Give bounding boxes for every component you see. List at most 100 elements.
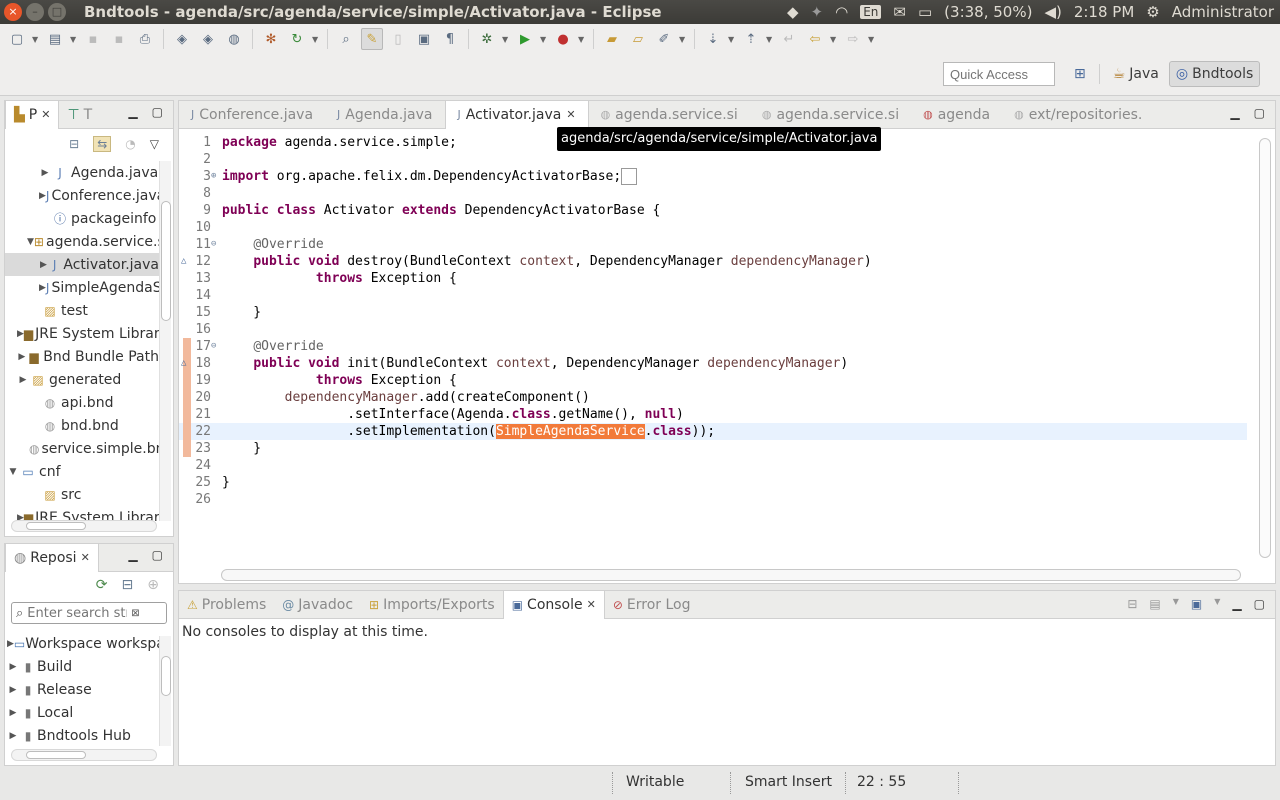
tree-item[interactable]: ▶ ▆ JRE System Library — [5, 322, 159, 345]
open-console-icon[interactable]: ▣ — [1191, 597, 1202, 611]
code-line[interactable]: 15 } — [179, 304, 1247, 321]
maximize-icon[interactable]: ▢ — [152, 548, 163, 562]
code-line[interactable]: 2 — [179, 151, 1247, 168]
tree-item[interactable]: ▼⊞agenda.service.simple — [5, 230, 159, 253]
code-line[interactable]: △ 12 public void destroy(BundleContext co… — [179, 253, 1247, 270]
repository-item[interactable]: ▶ ▮ Bndtools Hub — [5, 724, 159, 747]
chevron-down-icon[interactable]: ▼ — [578, 35, 586, 44]
chevron-right-icon[interactable]: ▶ — [39, 191, 46, 201]
code-line[interactable]: 3 ⊕ import org.apache.felix.dm.DependencyA… — [179, 168, 1247, 185]
horizontal-scrollbar[interactable] — [11, 749, 157, 761]
chevron-down-icon[interactable]: ▼ — [540, 35, 548, 44]
editor-tab[interactable]: J Activator.java ✕ — [444, 100, 589, 129]
quick-access-input[interactable] — [943, 62, 1055, 86]
tab-package-explorer[interactable]: ▙ P ✕ — [5, 100, 60, 129]
repository-item[interactable]: ▶ ▮ Local — [5, 701, 159, 724]
tab-problems[interactable]: ⚠ Problems — [179, 591, 274, 619]
display-console-icon[interactable]: ▤ — [1149, 597, 1160, 611]
bundle-export-icon[interactable]: ◈ — [197, 28, 219, 50]
chevron-right-icon[interactable]: ▶ — [7, 685, 19, 695]
bnd-icon[interactable]: ✻ — [260, 28, 282, 50]
code-line[interactable]: 10 — [179, 219, 1247, 236]
code-line[interactable]: 14 — [179, 287, 1247, 304]
chevron-right-icon[interactable]: ▶ — [7, 662, 19, 672]
close-icon[interactable]: ✕ — [41, 108, 50, 121]
repository-item[interactable]: ▶ ▮ Build — [5, 655, 159, 678]
keyboard-language-indicator[interactable]: En — [860, 5, 882, 19]
repository-item[interactable]: ▶▭Workspace workspace — [5, 632, 159, 655]
expand-fold-icon[interactable]: ⊕ — [211, 168, 219, 185]
tree-item[interactable]: ▶ ▨ generated — [5, 368, 159, 391]
chevron-down-icon[interactable]: ▼ — [1214, 597, 1220, 611]
code-line[interactable]: 20 dependencyManager.add(createComponent… — [179, 389, 1247, 406]
save-icon[interactable]: ▪ — [82, 28, 104, 50]
last-edit-icon[interactable]: ↵ — [778, 28, 800, 50]
collapse-fold-icon[interactable]: ⊖ — [211, 338, 219, 355]
user-name[interactable]: Administrator — [1172, 3, 1274, 21]
code-line[interactable]: 25} — [179, 474, 1247, 491]
focus-icon[interactable]: ◔ — [125, 137, 135, 151]
code-line[interactable]: 11 ⊖ @Override — [179, 236, 1247, 253]
next-annotation-icon[interactable]: ⇣ — [702, 28, 724, 50]
editor-tab[interactable]: ◍ agenda — [911, 101, 1002, 129]
chevron-right-icon[interactable]: ▶ — [17, 375, 29, 385]
wifi-icon[interactable]: ◠ — [835, 3, 848, 21]
maximize-icon[interactable]: ▢ — [1254, 597, 1265, 611]
view-menu-icon[interactable]: ▽ — [150, 137, 159, 151]
tab-javadoc[interactable]: @ Javadoc — [274, 591, 361, 619]
maximize-icon[interactable]: ▢ — [1254, 106, 1265, 120]
minimize-icon[interactable]: ▁ — [128, 548, 137, 562]
new-project-icon[interactable]: ▤ — [44, 28, 66, 50]
chevron-right-icon[interactable]: ▶ — [39, 260, 48, 270]
maximize-icon[interactable]: ▢ — [152, 105, 163, 119]
vertical-scrollbar[interactable] — [159, 161, 171, 521]
code-line[interactable]: 23 } — [179, 440, 1247, 457]
battery-icon[interactable]: ▭ — [918, 3, 932, 21]
search-icon[interactable]: ✐ — [653, 28, 675, 50]
pin-console-icon[interactable]: ⊟ — [1127, 597, 1137, 611]
tab-console[interactable]: ▣ Console ✕ — [502, 590, 605, 619]
tree-item[interactable]: ◍ api.bnd — [5, 391, 159, 414]
close-window-button[interactable]: × — [4, 3, 22, 21]
mark-occurrences-icon[interactable]: ✎ — [361, 28, 383, 50]
editor-tab[interactable]: J Agenda.java — [325, 101, 444, 129]
minimize-icon[interactable]: ▁ — [1230, 106, 1239, 120]
code-line[interactable]: 16 — [179, 321, 1247, 338]
tree-item[interactable]: ▨ src — [5, 483, 159, 506]
tree-item[interactable]: ▶ J Conference.java — [5, 184, 159, 207]
debug-icon[interactable]: ✲ — [476, 28, 498, 50]
tree-item[interactable]: ▶ ▆ JRE System Library — [5, 506, 159, 522]
clear-icon[interactable]: ⊠ — [131, 608, 139, 619]
horizontal-scrollbar[interactable] — [221, 569, 1241, 581]
collapse-all-icon[interactable]: ⊟ — [69, 137, 79, 151]
code-line[interactable]: 19 throws Exception { — [179, 372, 1247, 389]
dropbox-icon[interactable]: ◆ — [787, 3, 799, 21]
code-line[interactable]: 17 ⊖ @Override — [179, 338, 1247, 355]
tree-item[interactable]: ▶ J Agenda.java — [5, 161, 159, 184]
toggle-breadcrumb-icon[interactable]: ⌕ — [335, 28, 357, 50]
bird-icon[interactable]: ✦ — [811, 3, 824, 21]
chevron-down-icon[interactable]: ▼ — [868, 35, 876, 44]
refresh-icon[interactable]: ↻ — [286, 28, 308, 50]
show-whitespace-icon[interactable]: ¶ — [439, 28, 461, 50]
tree-item[interactable]: ▶ ▆ Bnd Bundle Path — [5, 345, 159, 368]
open-perspective-button[interactable]: ⊞ — [1068, 61, 1092, 87]
chevron-right-icon[interactable]: ▶ — [7, 639, 14, 649]
chevron-right-icon[interactable]: ▶ — [39, 168, 51, 178]
add-repository-icon[interactable]: ⊕ — [147, 577, 159, 593]
vertical-scrollbar[interactable] — [159, 636, 171, 746]
chevron-right-icon[interactable]: ▶ — [39, 283, 46, 293]
tree-item[interactable]: ▼ ▭ cnf — [5, 460, 159, 483]
clock[interactable]: 2:18 PM — [1074, 3, 1134, 21]
minimize-icon[interactable]: ▁ — [128, 105, 137, 119]
chevron-down-icon[interactable]: ▼ — [679, 35, 687, 44]
perspective-bndtools-button[interactable]: ◎ Bndtools — [1168, 61, 1261, 87]
minimize-icon[interactable]: ▁ — [1232, 597, 1241, 611]
chevron-down-icon[interactable]: ▼ — [502, 35, 510, 44]
bundle-icon[interactable]: ◈ — [171, 28, 193, 50]
code-line[interactable]: 22 .setImplementation(SimpleAgendaServic… — [179, 423, 1247, 440]
chevron-down-icon[interactable]: ▼ — [728, 35, 736, 44]
perspective-java-button[interactable]: ☕ Java — [1107, 61, 1165, 87]
tab-repositories[interactable]: ◍ Reposi ✕ — [5, 543, 99, 572]
chevron-right-icon[interactable]: ▶ — [17, 352, 27, 362]
